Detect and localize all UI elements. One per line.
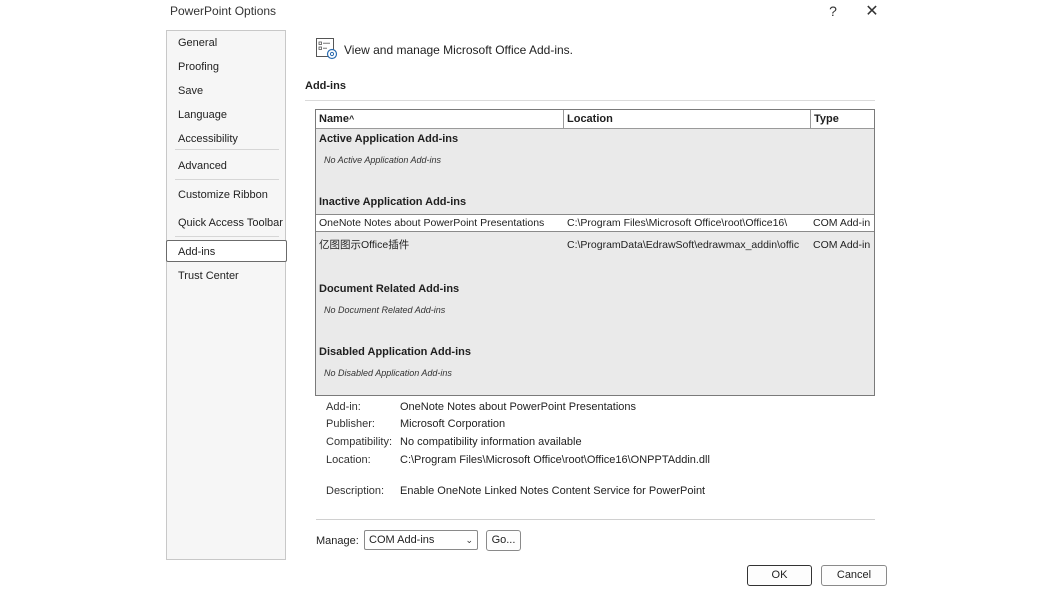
row-location: C:\Program Files\Microsoft Office\root\O… bbox=[567, 217, 788, 229]
sidebar-item-accessibility[interactable]: Accessibility bbox=[167, 128, 285, 150]
sidebar-divider bbox=[175, 149, 279, 150]
sidebar-item-quick-access-toolbar[interactable]: Quick Access Toolbar bbox=[167, 212, 285, 234]
sidebar-item-add-ins[interactable]: Add-ins bbox=[166, 240, 287, 262]
manage-label: Manage: bbox=[316, 535, 359, 547]
footer-divider bbox=[316, 519, 875, 520]
sidebar-item-save[interactable]: Save bbox=[167, 80, 285, 102]
detail-value-location: C:\Program Files\Microsoft Office\root\O… bbox=[400, 454, 710, 466]
detail-value-compatibility: No compatibility information available bbox=[400, 436, 582, 448]
group-title-active: Active Application Add-ins bbox=[319, 133, 459, 145]
table-row[interactable]: OneNote Notes about PowerPoint Presentat… bbox=[316, 214, 874, 232]
detail-label-compatibility: Compatibility: bbox=[326, 436, 393, 448]
detail-value-publisher: Microsoft Corporation bbox=[400, 418, 506, 430]
page-header-text: View and manage Microsoft Office Add-ins… bbox=[344, 43, 574, 57]
group-title-inactive: Inactive Application Add-ins bbox=[319, 196, 467, 208]
row-location: C:\ProgramData\EdrawSoft\edrawmax_addin\… bbox=[567, 239, 800, 251]
group-empty-active: No Active Application Add-ins bbox=[324, 155, 442, 165]
row-type: COM Add-in bbox=[813, 217, 871, 229]
manage-select[interactable]: COM Add-ins ⌄ bbox=[364, 530, 478, 550]
column-header-location[interactable]: Location bbox=[564, 110, 811, 128]
group-title-disabled: Disabled Application Add-ins bbox=[319, 346, 471, 358]
sidebar-item-advanced[interactable]: Advanced bbox=[167, 155, 285, 177]
cancel-button[interactable]: Cancel bbox=[821, 565, 887, 586]
detail-label-description: Description: bbox=[326, 485, 385, 497]
row-name: OneNote Notes about PowerPoint Presentat… bbox=[319, 217, 545, 229]
sidebar-item-customize-ribbon[interactable]: Customize Ribbon bbox=[167, 184, 285, 206]
sidebar-item-trust-center[interactable]: Trust Center bbox=[167, 265, 285, 287]
detail-value-description: Enable OneNote Linked Notes Content Serv… bbox=[400, 485, 706, 497]
sidebar-item-language[interactable]: Language bbox=[167, 104, 285, 126]
close-icon[interactable]: ✕ bbox=[864, 1, 880, 21]
column-header-type[interactable]: Type bbox=[811, 110, 874, 128]
detail-value-addin: OneNote Notes about PowerPoint Presentat… bbox=[400, 401, 637, 413]
sidebar-divider bbox=[175, 236, 279, 237]
ok-button[interactable]: OK bbox=[747, 565, 812, 586]
group-title-document: Document Related Add-ins bbox=[319, 283, 460, 295]
detail-label-publisher: Publisher: bbox=[326, 418, 375, 430]
manage-select-value: COM Add-ins bbox=[369, 534, 435, 546]
table-row[interactable]: 亿图图示Office插件 C:\ProgramData\EdrawSoft\ed… bbox=[316, 236, 874, 254]
chevron-down-icon: ⌄ bbox=[465, 535, 473, 545]
addins-gear-icon bbox=[315, 37, 339, 61]
group-empty-disabled: No Disabled Application Add-ins bbox=[324, 368, 452, 378]
group-empty-document: No Document Related Add-ins bbox=[324, 305, 446, 315]
sidebar-divider bbox=[175, 179, 279, 180]
row-type: COM Add-in bbox=[813, 239, 871, 251]
section-title: Add-ins bbox=[305, 80, 346, 92]
go-button[interactable]: Go... bbox=[486, 530, 521, 551]
row-name: 亿图图示Office插件 bbox=[319, 239, 410, 251]
section-divider bbox=[305, 100, 875, 101]
detail-label-location: Location: bbox=[326, 454, 371, 466]
sidebar-item-proofing[interactable]: Proofing bbox=[167, 56, 285, 78]
column-header-name[interactable]: Name^ bbox=[316, 110, 564, 128]
help-icon[interactable]: ? bbox=[826, 3, 840, 19]
addins-grid[interactable]: Name^ Location Type Active Application A… bbox=[315, 109, 875, 396]
sidebar: General Proofing Save Language Accessibi… bbox=[166, 30, 287, 560]
sidebar-item-general[interactable]: General bbox=[167, 32, 285, 54]
window-title: PowerPoint Options bbox=[170, 4, 277, 18]
grid-header: Name^ Location Type bbox=[316, 110, 874, 129]
detail-label-addin: Add-in: bbox=[326, 401, 361, 413]
sort-ascending-icon: ^ bbox=[348, 114, 355, 124]
